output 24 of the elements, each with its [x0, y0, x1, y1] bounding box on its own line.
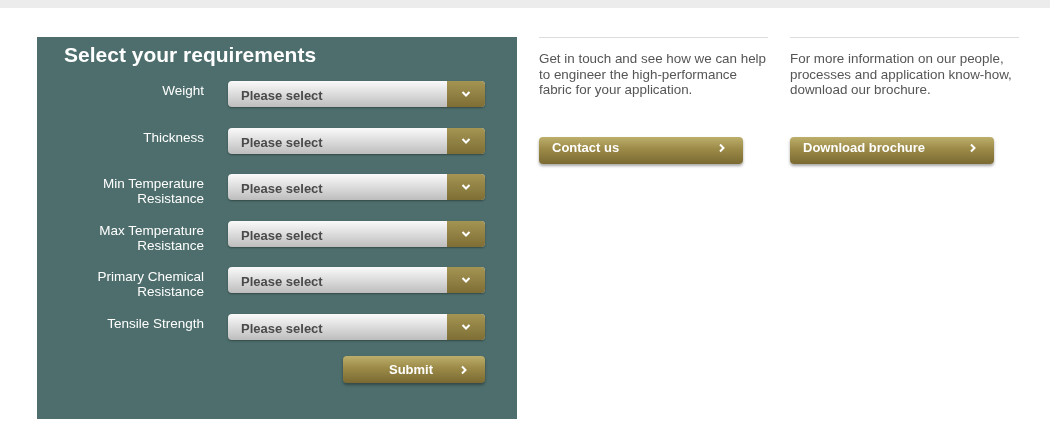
field-label: Primary Chemical Resistance [96, 268, 204, 299]
field-label: Thickness [142, 128, 204, 145]
dropdown-field[interactable]: Please select [228, 81, 485, 107]
panel-title: Select your requirements [64, 42, 318, 68]
chevron-down-icon [461, 182, 471, 192]
chevron-down-icon [461, 275, 471, 285]
dropdown-field[interactable]: Please select [228, 267, 485, 293]
chevron-right-icon [968, 142, 978, 153]
info-text: Get in touch and see how we can help to engineer the high-performance fabric for your application. [539, 51, 768, 99]
field-label: Tensile Strength [106, 314, 204, 331]
chevron-right-icon [717, 142, 727, 153]
dropdown-field[interactable]: Please select [228, 127, 485, 154]
field-label: Weight [161, 82, 204, 98]
chevron-down-icon [461, 89, 471, 99]
info-text: For more information on our people, processes and application know-how, download our brochure. [790, 51, 1013, 99]
field-label: Max Temperature Resistance [98, 221, 204, 253]
chevron-right-icon [459, 364, 469, 375]
dropdown-field[interactable]: Please select [228, 313, 485, 340]
field-label: Min Temperature Resistance [101, 175, 204, 206]
dropdown-field[interactable]: Please select [228, 174, 485, 200]
action-button[interactable]: Contact us [539, 137, 743, 164]
action-button[interactable]: Download brochure [790, 137, 994, 164]
submit-button[interactable]: Submit [343, 356, 485, 383]
dropdown-field[interactable]: Please select [228, 220, 485, 247]
